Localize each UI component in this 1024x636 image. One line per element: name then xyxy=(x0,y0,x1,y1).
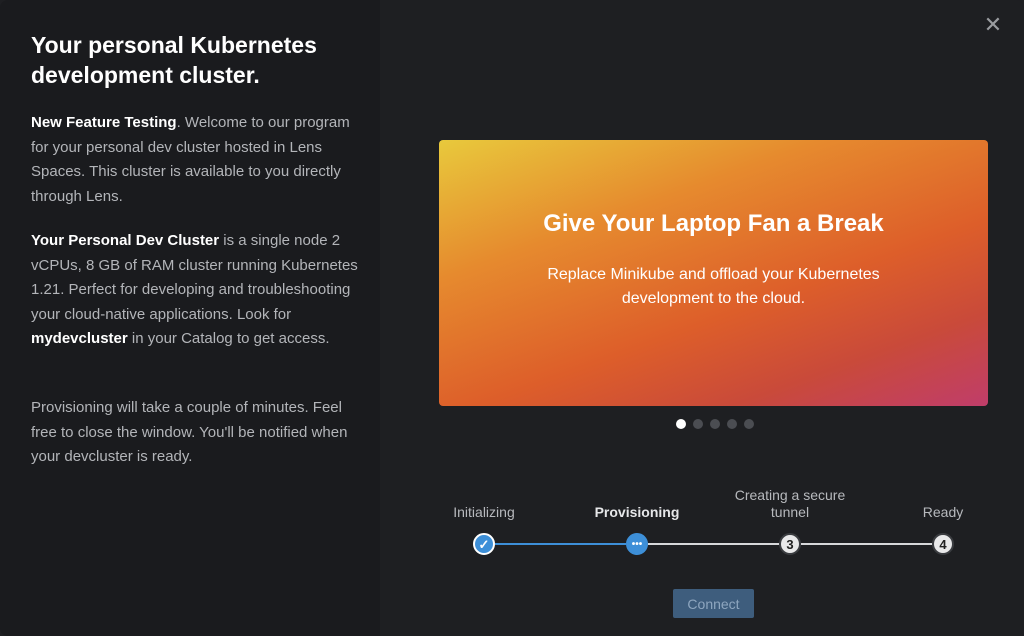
banner-subtitle: Replace Minikube and offload your Kubern… xyxy=(547,266,880,307)
carousel-dot-2[interactable] xyxy=(693,419,703,429)
progress-line-done xyxy=(495,543,626,545)
dialog-title: Your personal Kubernetes development clu… xyxy=(31,32,317,88)
dialog-window: Your personal Kubernetes development clu… xyxy=(0,0,1024,636)
step-label-tunnel: Creating a secure tunnel xyxy=(734,487,846,520)
step-4-indicator: 4 xyxy=(932,533,954,555)
carousel-dot-5[interactable] xyxy=(744,419,754,429)
info-panel: Your personal Kubernetes development clu… xyxy=(0,0,380,636)
connect-button[interactable]: Connect xyxy=(673,589,754,618)
carousel-dots xyxy=(676,419,754,431)
step-provisioning-indicator: ••• xyxy=(626,533,648,555)
carousel-dot-3[interactable] xyxy=(710,419,720,429)
step-label-provisioning: Provisioning xyxy=(594,504,680,520)
promo-banner: Give Your Laptop Fan a Break Replace Min… xyxy=(439,140,988,406)
dev-cluster-heading: Your Personal Dev Cluster xyxy=(31,232,220,249)
step-3-indicator: 3 xyxy=(779,533,801,555)
close-icon[interactable]: ✕ xyxy=(982,14,1004,36)
provisioning-note: Provisioning will take a couple of minut… xyxy=(31,399,348,465)
check-icon: ✓ xyxy=(473,533,495,555)
step-label-ready: Ready xyxy=(922,504,964,520)
banner-title: Give Your Laptop Fan a Break xyxy=(543,210,884,237)
carousel-dot-1[interactable] xyxy=(676,419,686,429)
feature-testing-heading: New Feature Testing xyxy=(31,114,177,131)
dev-cluster-paragraph: Your Personal Dev Cluster is a single no… xyxy=(31,229,361,352)
cluster-name: mydevcluster xyxy=(31,330,128,347)
step-label-initializing: Initializing xyxy=(453,504,515,520)
dev-cluster-text-end: in your Catalog to get access. xyxy=(127,330,330,347)
progress-line-pending-1 xyxy=(648,543,779,545)
feature-testing-paragraph: New Feature Testing. Welcome to our prog… xyxy=(31,111,361,209)
carousel-dot-4[interactable] xyxy=(727,419,737,429)
progress-line-pending-2 xyxy=(801,543,932,545)
